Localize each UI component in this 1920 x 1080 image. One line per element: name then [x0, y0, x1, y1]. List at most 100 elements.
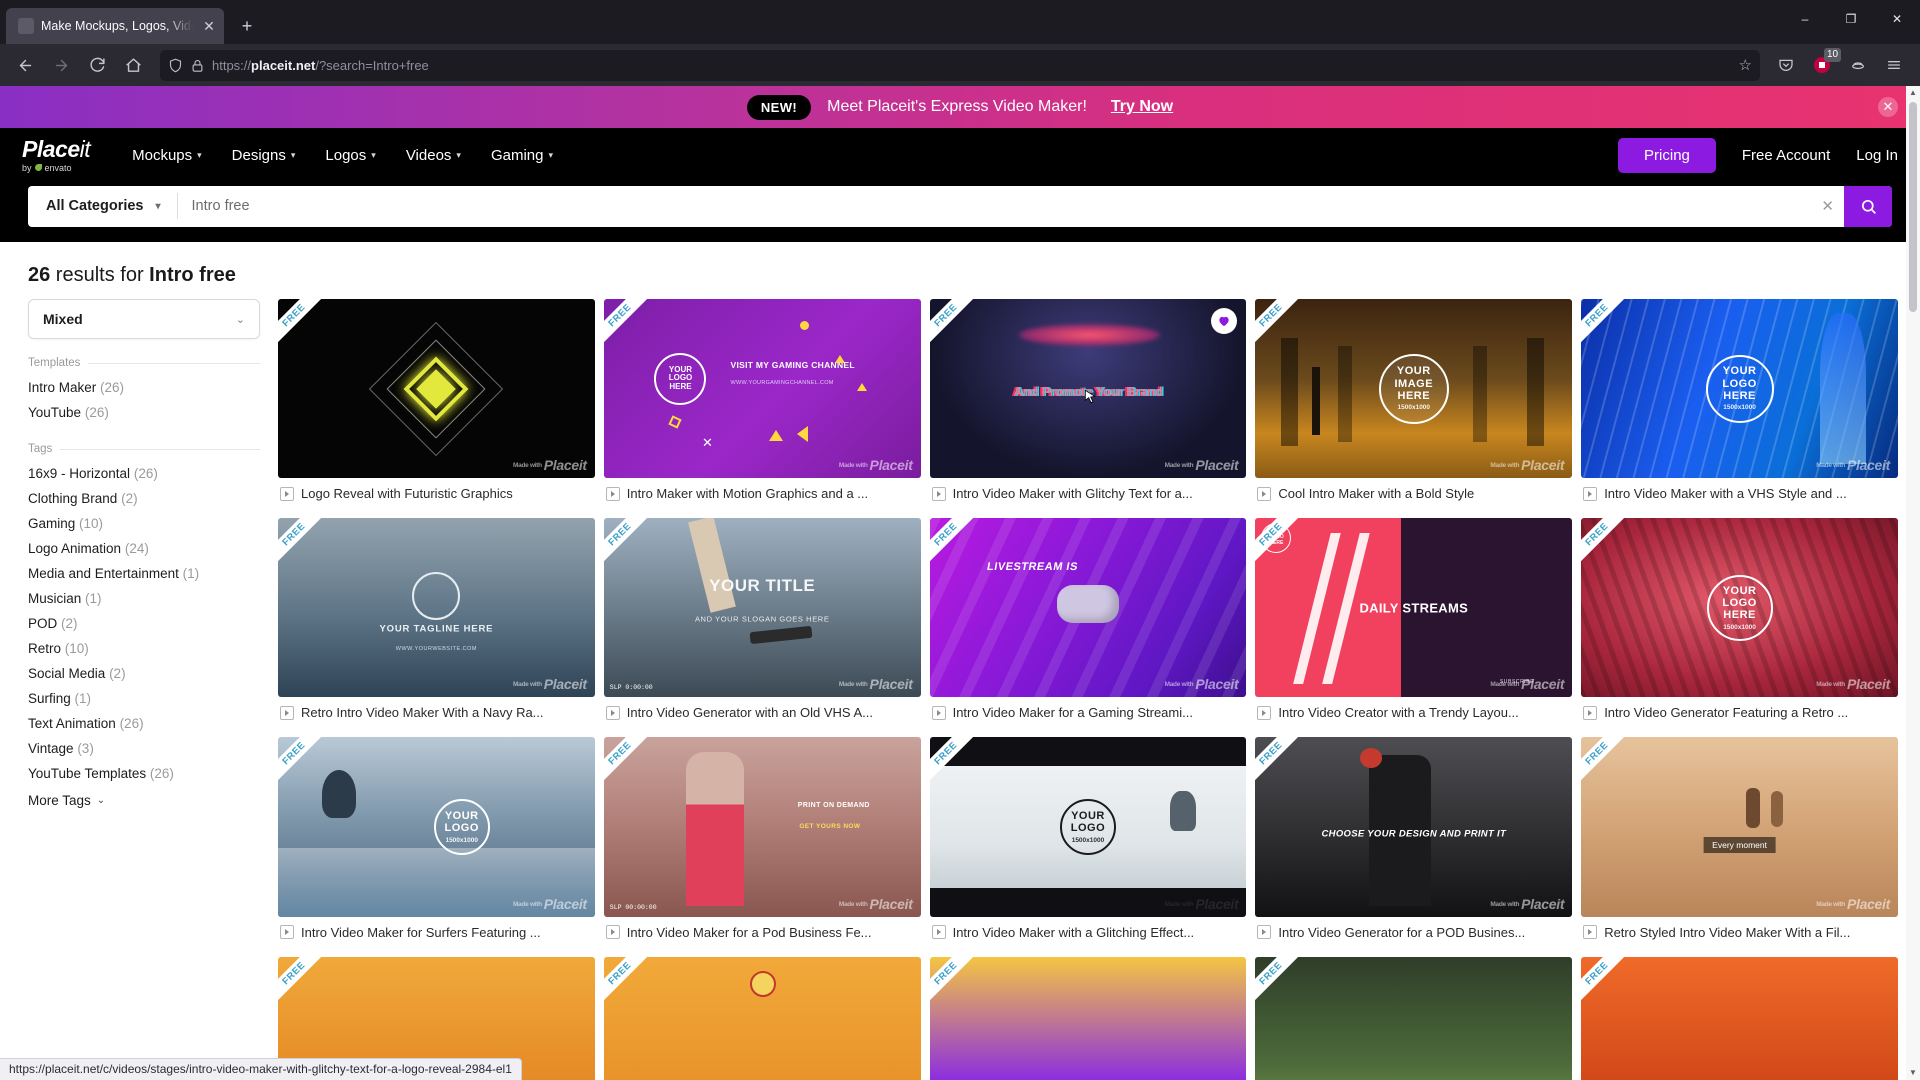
nav-item-designs[interactable]: Designs ▾ [232, 147, 296, 164]
more-tags-button[interactable]: More Tags ⌄ [28, 786, 260, 815]
address-bar[interactable]: https://placeit.net/?search=Intro+free ☆ [160, 49, 1760, 81]
card-thumbnail[interactable]: FREE [929, 956, 1247, 1080]
filter-pod[interactable]: POD (2) [28, 611, 260, 636]
card-title-row[interactable]: Cool Intro Maker with a Bold Style [1255, 478, 1572, 511]
template-card[interactable]: FREE YOUR TITLE AND YOUR SLOGAN GOES HER… [603, 518, 921, 730]
card-thumbnail[interactable]: FREE CHOOSE YOUR DESIGN AND PRINT IT Mad… [1255, 737, 1573, 917]
card-thumbnail[interactable]: FREE YOUR LOGO HERE DAILY STREAMS SUBSCR… [1255, 518, 1573, 698]
bookmark-star-icon[interactable]: ☆ [1739, 56, 1752, 74]
filter-gaming[interactable]: Gaming (10) [28, 511, 260, 536]
template-card[interactable]: FREE Every moment Made with Placeit Retro… [1581, 737, 1898, 949]
template-card[interactable]: FREE PRINT ON DEMAND GET YOURS NOW SLP 0… [603, 737, 921, 950]
card-thumbnail[interactable]: FREE Every moment Made with Placeit [1581, 737, 1898, 917]
scroll-up-arrow-icon[interactable]: ▲ [1906, 86, 1920, 100]
extension-icon[interactable]: 10 [1806, 48, 1841, 80]
new-tab-icon[interactable]: + [232, 11, 262, 41]
template-card[interactable]: FREE [1255, 956, 1573, 1080]
card-thumbnail[interactable]: FREE YOUR LOGO HERE 1500x1000 Made with P… [1581, 299, 1898, 479]
scrollbar-thumb[interactable] [1909, 102, 1917, 312]
card-thumbnail[interactable]: FREE YOUR LOGO HERE VISIT MY GAMING CHAN… [603, 299, 921, 479]
app-menu-icon[interactable] [1878, 50, 1910, 80]
card-title-row[interactable]: Intro Video Maker with a Glitching Effec… [930, 917, 1247, 950]
card-thumbnail[interactable]: FREE And Promote Your Brand Made with Pla… [929, 299, 1247, 479]
filter-surfing[interactable]: Surfing (1) [28, 686, 260, 711]
scroll-down-arrow-icon[interactable]: ▼ [1906, 1066, 1920, 1080]
filter-media-entertainment[interactable]: Media and Entertainment (1) [28, 561, 260, 586]
card-thumbnail[interactable]: FREE [603, 956, 921, 1080]
filter-logo-animation[interactable]: Logo Animation (24) [28, 536, 260, 561]
card-title-row[interactable]: Intro Video Generator for a POD Busines.… [1255, 917, 1572, 950]
clear-search-icon[interactable]: ✕ [1811, 197, 1844, 215]
template-card[interactable]: FREE Made with Placeit Logo Reveal with F… [278, 299, 595, 511]
nav-item-videos[interactable]: Videos ▾ [406, 147, 461, 164]
template-card[interactable]: FREE And Promote Your Brand Made with Pla… [929, 299, 1247, 511]
template-card[interactable]: FREE YOUR LOGO HERE VISIT MY GAMING CHAN… [603, 299, 921, 511]
filter-clothing-brand[interactable]: Clothing Brand (2) [28, 486, 260, 511]
card-thumbnail[interactable]: FREE YOUR TITLE AND YOUR SLOGAN GOES HER… [603, 518, 921, 698]
account-icon[interactable] [1842, 50, 1874, 80]
filter-intro-maker[interactable]: Intro Maker (26) [28, 375, 260, 400]
promo-banner[interactable]: NEW! Meet Placeit's Express Video Maker!… [0, 86, 1920, 128]
template-card[interactable]: FREE [929, 956, 1247, 1080]
card-thumbnail[interactable]: FREE YOUR TAGLINE HERE WWW.YOURWEBSITE.C… [278, 518, 595, 698]
promo-close-icon[interactable]: ✕ [1878, 97, 1898, 117]
template-card[interactable]: FREE CHOOSE YOUR DESIGN AND PRINT IT Mad… [1255, 737, 1573, 950]
back-icon[interactable] [8, 49, 42, 81]
template-card[interactable]: FREE YOUR LOGO 1500x1000 Made with Placei… [278, 737, 595, 949]
template-card[interactable]: FREE YOUR IMAGE HERE 1500x1000 Made with… [1255, 299, 1573, 511]
template-card[interactable]: FREE [603, 956, 921, 1080]
template-card[interactable]: FREE YOUR LOGO HERE 1500x1000 Made with P… [1581, 299, 1898, 511]
close-window-icon[interactable]: ✕ [1874, 2, 1920, 36]
card-title-row[interactable]: Intro Video Maker with Glitchy Text for … [930, 478, 1247, 511]
filter-youtube[interactable]: YouTube (26) [28, 400, 260, 425]
card-thumbnail[interactable]: FREE LIVESTREAM IS Made with Placeit [929, 518, 1247, 698]
template-card[interactable]: FREE YOUR LOGO HERE 1500x1000 Made with P… [1581, 518, 1898, 730]
nav-item-mockups[interactable]: Mockups ▾ [132, 147, 202, 164]
card-thumbnail[interactable]: FREE Made with Placeit [278, 299, 595, 479]
filter-text-animation[interactable]: Text Animation (26) [28, 711, 260, 736]
log-in-link[interactable]: Log In [1856, 147, 1898, 164]
promo-try-now-link[interactable]: Try Now [1111, 98, 1173, 116]
filter-social-media[interactable]: Social Media (2) [28, 661, 260, 686]
filter-retro[interactable]: Retro (10) [28, 636, 260, 661]
card-thumbnail[interactable]: FREE PRINT ON DEMAND GET YOURS NOW SLP 0… [603, 737, 921, 917]
nav-item-gaming[interactable]: Gaming ▾ [491, 147, 553, 164]
category-dropdown[interactable]: All Categories ▾ [28, 198, 177, 214]
card-title-row[interactable]: Intro Video Maker for a Pod Business Fe.… [604, 917, 921, 950]
close-tab-icon[interactable]: ✕ [200, 17, 218, 35]
search-submit-button[interactable] [1844, 185, 1892, 227]
card-title-row[interactable]: Intro Video Creator with a Trendy Layou.… [1255, 697, 1572, 730]
template-card[interactable]: FREE YOUR LOGO HERE DAILY STREAMS SUBSCR… [1255, 518, 1573, 730]
card-thumbnail[interactable]: FREE [1255, 956, 1573, 1080]
page-scrollbar[interactable]: ▲ ▼ [1906, 86, 1920, 1080]
card-title-row[interactable]: Logo Reveal with Futuristic Graphics [278, 478, 595, 511]
home-icon[interactable] [116, 49, 150, 81]
placeit-logo[interactable]: Placeit by envato [22, 137, 91, 173]
free-account-link[interactable]: Free Account [1742, 147, 1830, 164]
filter-musician[interactable]: Musician (1) [28, 586, 260, 611]
forward-icon[interactable] [44, 49, 78, 81]
card-thumbnail[interactable]: FREE YOUR LOGO 1500x1000 Made with Placei… [929, 737, 1247, 917]
browser-tab[interactable]: Make Mockups, Logos, Videos ✕ [6, 8, 224, 44]
minimize-icon[interactable]: – [1782, 2, 1828, 36]
filter-vintage[interactable]: Vintage (3) [28, 736, 260, 761]
pricing-button[interactable]: Pricing [1618, 137, 1716, 173]
template-card[interactable]: FREE [1581, 956, 1898, 1080]
card-thumbnail[interactable]: FREE YOUR IMAGE HERE 1500x1000 Made with… [1255, 299, 1573, 479]
card-title-row[interactable]: Intro Video Generator Featuring a Retro … [1581, 697, 1898, 730]
template-card[interactable]: FREE LIVESTREAM IS Made with Placeit Intr… [929, 518, 1247, 730]
search-input[interactable] [177, 198, 1812, 214]
card-title-row[interactable]: Retro Styled Intro Video Maker With a Fi… [1581, 917, 1898, 950]
filter-youtube-templates[interactable]: YouTube Templates (26) [28, 761, 260, 786]
nav-item-logos[interactable]: Logos ▾ [325, 147, 375, 164]
card-thumbnail[interactable]: FREE YOUR LOGO HERE 1500x1000 Made with P… [1581, 518, 1898, 698]
maximize-icon[interactable]: ❐ [1828, 2, 1874, 36]
filter-16x9-horizontal[interactable]: 16x9 - Horizontal (26) [28, 461, 260, 486]
card-thumbnail[interactable]: FREE YOUR LOGO 1500x1000 Made with Placei… [278, 737, 595, 917]
card-title-row[interactable]: Retro Intro Video Maker With a Navy Ra..… [278, 697, 595, 730]
sort-dropdown[interactable]: Mixed ⌄ [28, 299, 260, 339]
template-card[interactable]: FREE YOUR TAGLINE HERE WWW.YOURWEBSITE.C… [278, 518, 595, 730]
reload-icon[interactable] [80, 49, 114, 81]
template-card[interactable]: FREE YOUR LOGO 1500x1000 Made with Placei… [929, 737, 1247, 950]
card-title-row[interactable]: Intro Video Maker for a Gaming Streami..… [930, 697, 1247, 730]
